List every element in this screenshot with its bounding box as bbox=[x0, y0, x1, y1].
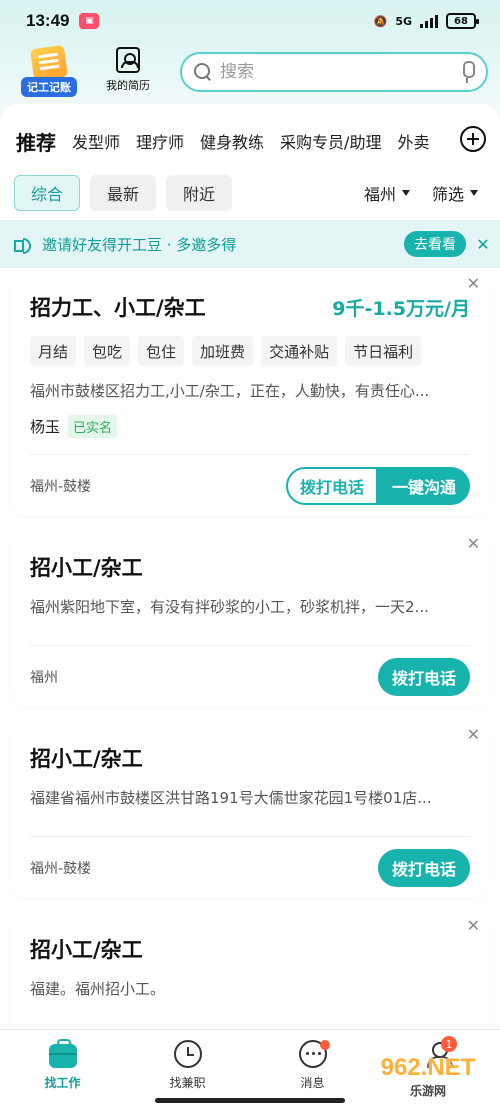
home-indicator bbox=[155, 1098, 345, 1103]
work-record-label: 记工记账 bbox=[21, 77, 77, 97]
mute-icon: 🔕 bbox=[373, 14, 388, 28]
job-description: 福建省福州市鼓楼区洪甘路191号大儒世家花园1号楼01店... bbox=[30, 789, 432, 807]
speaker-icon bbox=[14, 236, 32, 254]
job-tag: 节日福利 bbox=[345, 336, 422, 366]
work-record-button[interactable]: 记工记账 bbox=[18, 44, 80, 97]
filter-dropdowns: 福州 筛选 bbox=[364, 181, 500, 205]
job-title: 招小工/杂工 bbox=[30, 747, 143, 771]
battery-icon: 68 bbox=[446, 13, 479, 29]
job-title: 招力工、小工/杂工 bbox=[30, 296, 206, 320]
network-type: 5G bbox=[395, 14, 412, 28]
caret-down-icon bbox=[401, 190, 410, 196]
tab-hairstylist[interactable]: 发型师 bbox=[72, 129, 120, 153]
tab-therapist[interactable]: 理疗师 bbox=[136, 129, 184, 153]
status-bar: 13:49 ▣ 🔕 5G 68 bbox=[0, 0, 500, 42]
job-location: 福州-鼓楼 bbox=[30, 478, 92, 495]
nav-label: 找兼职 bbox=[169, 1076, 206, 1090]
nav-find-job[interactable]: 找工作 bbox=[0, 1030, 125, 1111]
category-tabs: 推荐 发型师 理疗师 健身教练 采购专员/助理 外卖 bbox=[0, 118, 500, 164]
job-salary: 9千-1.5万元/月 bbox=[332, 297, 470, 320]
watermark-bottom: 乐游网 bbox=[409, 1083, 446, 1098]
watermark-logo: 962.NET 乐游网 bbox=[362, 1047, 494, 1105]
clock-icon bbox=[173, 1040, 202, 1068]
job-description: 福建。福州招小工。 bbox=[30, 980, 166, 998]
call-button[interactable]: 拨打电话 bbox=[377, 848, 470, 887]
job-description: 福州市鼓楼区招力工,小工/杂工，正在，人勤快，有责任心... bbox=[30, 382, 430, 400]
job-card[interactable]: ✕ 招小工/杂工 福建省福州市鼓楼区洪甘路191号大儒世家花园1号楼01店...… bbox=[10, 719, 490, 898]
notebook-icon bbox=[29, 44, 69, 82]
tab-recommend[interactable]: 推荐 bbox=[16, 127, 56, 164]
unread-dot-badge bbox=[320, 1040, 330, 1050]
job-card[interactable]: ✕ 招力工、小工/杂工 9千-1.5万元/月 月结 包吃 包住 加班费 交通补贴… bbox=[10, 268, 490, 516]
nav-label: 消息 bbox=[300, 1076, 325, 1090]
search-bar[interactable] bbox=[180, 52, 488, 92]
city-label: 福州 bbox=[363, 185, 396, 204]
invite-banner-text: 邀请好友得开工豆 · 多邀多得 bbox=[42, 235, 237, 254]
job-description: 福州紫阳地下室，有没有拌砂浆的小工，砂浆机拌，一天2... bbox=[30, 598, 429, 616]
verified-badge: 已实名 bbox=[68, 415, 118, 438]
filter-chip-nearby[interactable]: 附近 bbox=[166, 175, 233, 211]
my-resume-button[interactable]: 我的简历 bbox=[100, 47, 156, 97]
close-icon[interactable]: ✕ bbox=[467, 274, 480, 293]
notification-app-icon: ▣ bbox=[79, 13, 100, 29]
search-icon bbox=[194, 63, 212, 81]
status-indicators: 🔕 5G 68 bbox=[373, 13, 479, 29]
job-tag: 交通补贴 bbox=[261, 336, 338, 366]
watermark-top: 962.NET bbox=[380, 1053, 476, 1081]
add-tab-icon[interactable] bbox=[460, 126, 486, 152]
go-see-button[interactable]: 去看看 bbox=[404, 231, 466, 257]
filter-bar: 综合 最新 附近 福州 筛选 bbox=[0, 174, 500, 212]
microphone-icon[interactable] bbox=[460, 61, 475, 83]
my-resume-label: 我的简历 bbox=[106, 79, 150, 92]
close-icon[interactable]: ✕ bbox=[467, 725, 480, 744]
signal-icon bbox=[420, 14, 438, 28]
job-feed: ✕ 招力工、小工/杂工 9千-1.5万元/月 月结 包吃 包住 加班费 交通补贴… bbox=[10, 268, 490, 1082]
job-tag: 加班费 bbox=[192, 336, 254, 366]
city-dropdown[interactable]: 福州 bbox=[364, 181, 410, 205]
poster-name: 杨玉 bbox=[30, 418, 61, 436]
job-title: 招小工/杂工 bbox=[30, 556, 143, 580]
filter-dropdown[interactable]: 筛选 bbox=[432, 181, 478, 205]
job-tag: 包住 bbox=[138, 336, 185, 366]
filter-chip-latest[interactable]: 最新 bbox=[90, 175, 157, 211]
job-location: 福州 bbox=[30, 669, 58, 686]
resume-icon bbox=[116, 47, 140, 73]
job-tag: 月结 bbox=[30, 336, 77, 366]
filter-label: 筛选 bbox=[431, 185, 464, 204]
chat-button[interactable]: 一键沟通 bbox=[377, 466, 470, 505]
close-icon[interactable]: ✕ bbox=[467, 534, 480, 553]
status-time: 13:49 bbox=[26, 11, 70, 30]
close-icon[interactable]: ✕ bbox=[467, 916, 480, 935]
tab-purchasing[interactable]: 采购专员/助理 bbox=[280, 129, 381, 153]
top-header: 记工记账 我的简历 bbox=[0, 44, 500, 100]
tab-fitness-coach[interactable]: 健身教练 bbox=[200, 129, 264, 153]
search-input[interactable] bbox=[220, 62, 460, 82]
job-tags: 月结 包吃 包住 加班费 交通补贴 节日福利 bbox=[30, 336, 470, 366]
battery-level: 68 bbox=[454, 15, 468, 27]
invite-banner: 邀请好友得开工豆 · 多邀多得 去看看 ✕ bbox=[0, 220, 500, 268]
close-icon[interactable]: ✕ bbox=[466, 231, 500, 257]
job-tag: 包吃 bbox=[84, 336, 131, 366]
nav-label: 找工作 bbox=[44, 1076, 81, 1090]
briefcase-icon bbox=[48, 1039, 77, 1068]
job-card[interactable]: ✕ 招小工/杂工 福州紫阳地下室，有没有拌砂浆的小工，砂浆机拌，一天2... 福… bbox=[10, 528, 490, 707]
call-button[interactable]: 拨打电话 bbox=[285, 466, 378, 505]
call-button[interactable]: 拨打电话 bbox=[377, 657, 470, 696]
caret-down-icon bbox=[470, 190, 478, 196]
filter-chip-overall[interactable]: 综合 bbox=[14, 175, 81, 211]
job-location: 福州-鼓楼 bbox=[30, 860, 92, 877]
job-title: 招小工/杂工 bbox=[30, 938, 143, 962]
tab-delivery[interactable]: 外卖 bbox=[397, 129, 429, 153]
